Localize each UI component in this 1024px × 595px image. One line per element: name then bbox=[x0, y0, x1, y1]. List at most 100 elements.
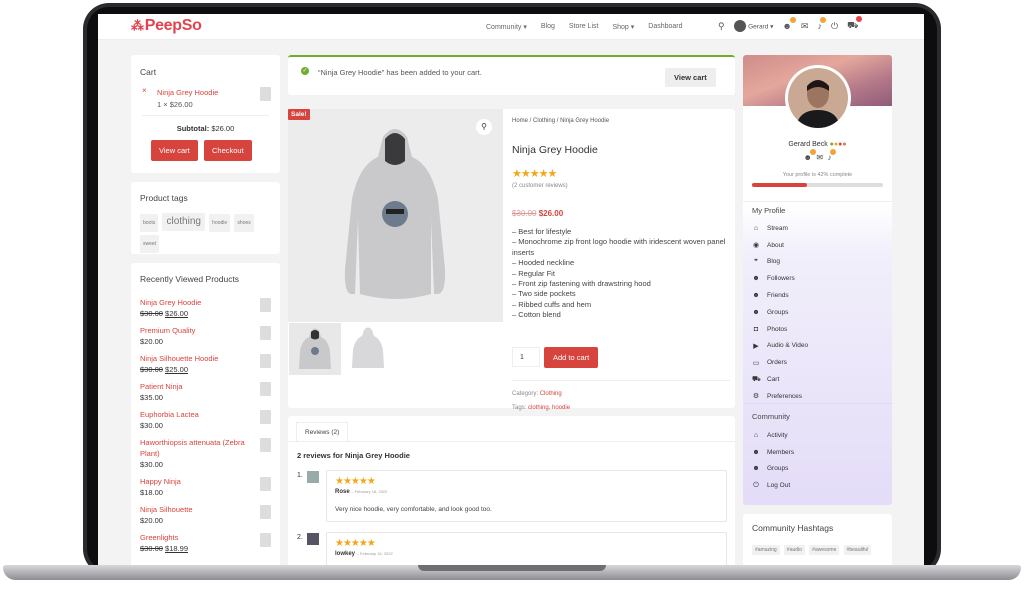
menu-item-log-out[interactable]: ⏻ Log Out bbox=[752, 477, 794, 494]
recent-product-item[interactable]: Euphorbia Lactea $30.00 bbox=[140, 409, 271, 431]
cart-icon[interactable]: ⛟ bbox=[847, 16, 863, 32]
menu-item-label: Log Out bbox=[767, 482, 791, 490]
avatar bbox=[733, 20, 746, 32]
recent-product-name[interactable]: Ninja Silhouette Hoodie bbox=[140, 353, 252, 364]
browser-screen: ⁂PeepSo Community ▾ Blog Store List Shop… bbox=[98, 14, 924, 565]
bell-icon[interactable]: ♪ bbox=[828, 149, 836, 162]
peepso-logo[interactable]: ⁂PeepSo bbox=[131, 17, 202, 35]
recent-product-thumbnail bbox=[260, 505, 271, 519]
breadcrumb-category[interactable]: Clothing bbox=[533, 118, 555, 124]
top-icons: ⚲ Gerard ▾ ☻ ✉ ♪ ⏻ ⛟ bbox=[718, 16, 863, 32]
friends-notification-icon[interactable]: ☻ bbox=[782, 17, 796, 31]
friends-icon[interactable]: ☻ bbox=[803, 149, 816, 162]
menu-item-about[interactable]: ◉ About bbox=[752, 237, 808, 254]
old-price: $30.00 bbox=[140, 365, 163, 374]
review-number: 2. bbox=[297, 534, 303, 541]
recent-product-item[interactable]: Greenlights $30.00 $18.99 bbox=[140, 532, 271, 554]
recent-product-name[interactable]: Haworthiopsis attenuata (Zebra Plant) bbox=[140, 437, 252, 459]
laptop-notch bbox=[418, 565, 606, 571]
checkout-button[interactable]: Checkout bbox=[204, 140, 252, 161]
menu-item-groups[interactable]: ☻ Groups bbox=[752, 304, 808, 321]
nav-community[interactable]: Community ▾ bbox=[486, 23, 527, 31]
notice-view-cart-button[interactable]: View cart bbox=[665, 68, 716, 87]
nav-dashboard[interactable]: Dashboard bbox=[648, 23, 682, 31]
breadcrumb-home[interactable]: Home bbox=[512, 118, 528, 124]
menu-item-stream[interactable]: ⌂ Stream bbox=[752, 220, 808, 237]
menu-item-blog[interactable]: ❞ Blog bbox=[752, 254, 808, 271]
product-tags-widget: Product tags boots clothing hoodie shoes… bbox=[131, 182, 280, 254]
recent-product-item[interactable]: Patient Ninja $35.00 bbox=[140, 381, 271, 403]
messages-icon[interactable]: ✉ bbox=[816, 153, 823, 162]
messages-icon[interactable]: ✉ bbox=[801, 21, 809, 32]
breadcrumb-current: Ninja Grey Hoodie bbox=[560, 118, 610, 124]
nav-blog[interactable]: Blog bbox=[541, 23, 555, 31]
menu-item-groups[interactable]: ☻ Groups bbox=[752, 461, 794, 478]
hashtag[interactable]: #awesome bbox=[809, 545, 840, 555]
recent-product-name[interactable]: Patient Ninja bbox=[140, 381, 252, 392]
menu-item-members[interactable]: ☻ Members bbox=[752, 444, 794, 461]
menu-item-label: About bbox=[767, 241, 784, 249]
review-meta: lowkey – February 16, 2022 bbox=[335, 551, 393, 557]
menu-item-cart[interactable]: ⛟ Cart bbox=[752, 371, 808, 388]
tag-clothing[interactable]: clothing bbox=[162, 213, 205, 231]
recent-product-thumbnail bbox=[260, 354, 271, 368]
menu-item-label: Orders bbox=[767, 359, 787, 367]
tag-boots[interactable]: boots bbox=[140, 214, 159, 232]
recent-product-name[interactable]: Ninja Grey Hoodie bbox=[140, 297, 252, 308]
power-icon[interactable]: ⏻ bbox=[831, 21, 838, 32]
notice-text: “Ninja Grey Hoodie” has been added to yo… bbox=[318, 68, 482, 77]
menu-item-photos[interactable]: ◘ Photos bbox=[752, 321, 808, 338]
recent-product-item[interactable]: Ninja Silhouette $20.00 bbox=[140, 504, 271, 526]
recent-product-item[interactable]: Premium Quality $20.00 bbox=[140, 325, 271, 347]
bell-icon[interactable]: ♪ bbox=[817, 17, 826, 31]
review-2: ★★★★★ lowkey – February 16, 2022 bbox=[326, 532, 727, 565]
menu-item-friends[interactable]: ☻ Friends bbox=[752, 287, 808, 304]
recent-product-item[interactable]: Happy Ninja $18.00 bbox=[140, 476, 271, 498]
zoom-icon[interactable]: ⚲ bbox=[476, 119, 492, 135]
feature-item: – Ribbed cuffs and hem bbox=[512, 299, 592, 309]
profile-avatar[interactable] bbox=[785, 65, 851, 131]
feature-item: – Two side pockets bbox=[512, 289, 576, 299]
menu-item-audio-video[interactable]: ▶ Audio & Video bbox=[752, 338, 808, 355]
reviews-section: Reviews (2) 2 reviews for Ninja Grey Hoo… bbox=[288, 416, 735, 565]
recent-product-item[interactable]: Ninja Silhouette Hoodie $30.00 $25.00 bbox=[140, 353, 271, 375]
quantity-input[interactable]: 1 bbox=[512, 347, 540, 367]
search-icon[interactable]: ⚲ bbox=[718, 21, 725, 32]
cart-item-name[interactable]: Ninja Grey Hoodie bbox=[157, 88, 218, 97]
hashtag[interactable]: #audio bbox=[783, 545, 805, 555]
recent-product-item[interactable]: Ninja Grey Hoodie $30.00 $26.00 bbox=[140, 297, 271, 319]
power-icon: ⏻ bbox=[753, 481, 759, 489]
hashtag[interactable]: #amazing bbox=[752, 545, 780, 555]
review-count-link[interactable]: (2 customer reviews) bbox=[512, 183, 568, 189]
tag-shoes[interactable]: shoes bbox=[234, 214, 254, 232]
recent-product-name[interactable]: Happy Ninja bbox=[140, 476, 252, 487]
product-title: Ninja Grey Hoodie bbox=[512, 144, 598, 156]
recent-product-item[interactable]: Haworthiopsis attenuata (Zebra Plant) $30… bbox=[140, 437, 271, 470]
add-to-cart-button[interactable]: Add to cart bbox=[544, 347, 599, 368]
nav-store-list[interactable]: Store List bbox=[569, 23, 599, 31]
recent-product-name[interactable]: Ninja Silhouette bbox=[140, 504, 252, 515]
tab-reviews[interactable]: Reviews (2) bbox=[296, 422, 349, 442]
menu-item-label: Cart bbox=[767, 376, 780, 384]
price: $30.00 bbox=[140, 460, 163, 469]
recent-product-name[interactable]: Euphorbia Lactea bbox=[140, 409, 252, 420]
menu-item-orders[interactable]: ▭ Orders bbox=[752, 354, 808, 371]
product-image[interactable]: Sale! ⚲ bbox=[288, 109, 503, 322]
hashtag[interactable]: #beautiful bbox=[843, 545, 872, 555]
thumbnail-2[interactable] bbox=[342, 322, 396, 376]
tag-sweet[interactable]: sweet bbox=[140, 235, 160, 253]
recent-product-price: $30.00 $26.00 bbox=[140, 308, 271, 319]
recent-product-name[interactable]: Premium Quality bbox=[140, 325, 252, 336]
tag-hoodie[interactable]: hoodie bbox=[209, 214, 231, 232]
menu-item-activity[interactable]: ⌂ Activity bbox=[752, 427, 794, 444]
menu-item-followers[interactable]: ☻ Followers bbox=[752, 270, 808, 287]
user-menu[interactable]: Gerard ▾ bbox=[733, 20, 773, 32]
thumbnail-1[interactable] bbox=[288, 322, 342, 376]
view-cart-button[interactable]: View cart bbox=[151, 140, 198, 161]
sale-price: $26.00 bbox=[165, 309, 188, 318]
user-icon: ◉ bbox=[752, 242, 760, 250]
remove-item-icon[interactable]: × bbox=[142, 86, 147, 95]
recent-product-name[interactable]: Greenlights bbox=[140, 532, 252, 543]
nav-shop[interactable]: Shop ▾ bbox=[612, 23, 634, 31]
divider bbox=[743, 201, 892, 202]
